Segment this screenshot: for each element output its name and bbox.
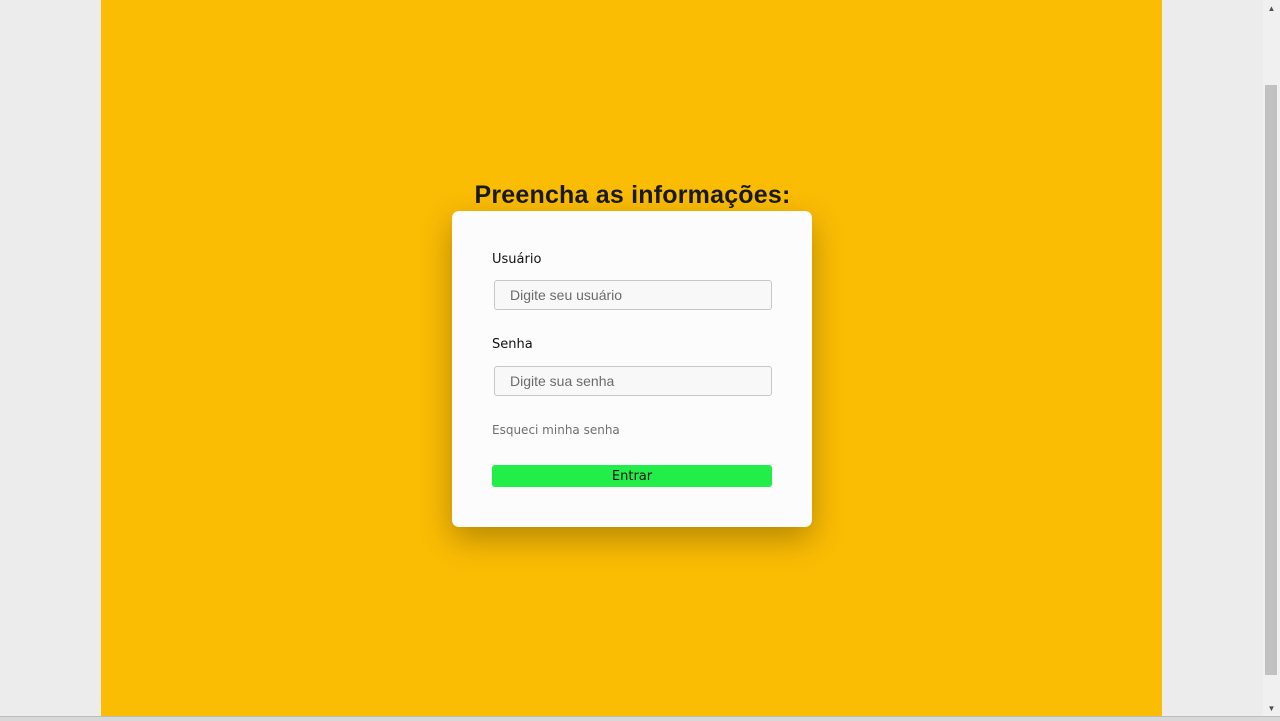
- page-background: Preencha as informações: Usuário Senha E…: [101, 0, 1162, 716]
- chevron-up-icon[interactable]: ▲: [1263, 0, 1280, 17]
- chevron-down-icon[interactable]: ▼: [1263, 700, 1280, 717]
- password-label: Senha: [492, 337, 533, 352]
- page-title: Preencha as informações:: [474, 181, 791, 209]
- window-bottom-border: [0, 716, 1280, 721]
- submit-button[interactable]: Entrar: [492, 465, 772, 487]
- username-input[interactable]: [494, 280, 772, 310]
- scrollbar-thumb[interactable]: [1265, 85, 1277, 675]
- login-card: Usuário Senha Esqueci minha senha Entrar: [452, 211, 812, 527]
- username-label: Usuário: [492, 252, 542, 267]
- forgot-password-link[interactable]: Esqueci minha senha: [492, 423, 620, 437]
- password-input[interactable]: [494, 366, 772, 396]
- vertical-scrollbar[interactable]: ▲ ▼: [1263, 0, 1280, 720]
